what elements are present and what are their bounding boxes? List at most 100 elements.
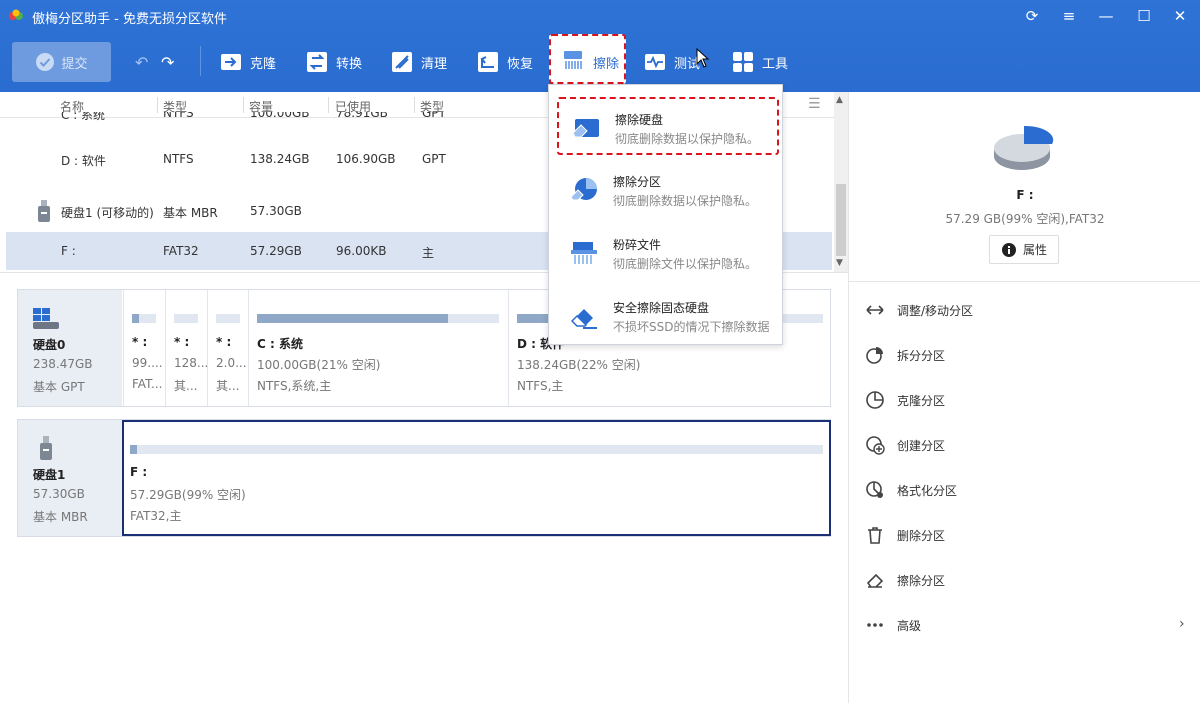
resize-arrows-icon (866, 305, 884, 315)
menu-item-secure-erase-ssd[interactable]: 安全擦除固态硬盘 不损坏SSD的情况下擦除数据 (557, 287, 777, 345)
op-split[interactable]: 拆分分区 (865, 343, 945, 367)
disk1-size: 57.30GB (33, 487, 85, 501)
pie-disk-icon (994, 125, 1054, 170)
clean-button[interactable]: 清理 (391, 44, 447, 80)
mouse-cursor-icon (696, 48, 710, 68)
undo-icon[interactable]: ↶ (135, 53, 148, 72)
menu-item-title: 粉碎文件 (613, 238, 662, 252)
row-name: C : 系统 (61, 112, 106, 122)
scrollbar-thumb[interactable] (836, 184, 846, 256)
op-wipe-partition[interactable]: 擦除分区 (865, 568, 945, 592)
recover-label: 恢复 (507, 56, 534, 72)
usb-drive-icon (38, 200, 50, 222)
op-delete[interactable]: 删除分区 (865, 523, 945, 547)
row-ptype: 主 (422, 246, 435, 260)
selected-partition-name: F : (1016, 188, 1034, 202)
toolbar-divider (200, 46, 201, 76)
wipe-dropdown-menu: 擦除硬盘 彻底删除数据以保护隐私。 擦除分区 彻底删除数据以保护隐私。 粉碎文件… (548, 84, 783, 345)
row-name: 硬盘1 (可移动的) (61, 206, 154, 220)
disk0-size: 238.47GB (33, 357, 93, 371)
scroll-up-icon[interactable]: ▲ (836, 95, 843, 105)
op-create[interactable]: 创建分区 (865, 433, 945, 457)
menu-item-wipe-partition[interactable]: 擦除分区 彻底删除数据以保护隐私。 (557, 161, 777, 219)
scroll-down-icon[interactable]: ▼ (836, 258, 843, 268)
row-ptype: GPT (422, 152, 446, 166)
menu-item-wipe-disk[interactable]: 擦除硬盘 彻底删除数据以保护隐私。 (557, 97, 779, 155)
usage-fill (257, 314, 449, 323)
properties-button[interactable]: 属性 (989, 235, 1059, 264)
tools-label: 工具 (762, 56, 789, 72)
disk0-name: 硬盘0 (33, 338, 66, 352)
partition-fs: 其... (174, 379, 198, 393)
recover-button[interactable]: 恢复 (477, 44, 533, 80)
op-clone-partition[interactable]: 克隆分区 (865, 388, 945, 412)
wipe-label: 擦除 (593, 57, 620, 72)
minimize-button[interactable]: — (1088, 4, 1124, 28)
column-divider (157, 97, 158, 113)
tools-button[interactable]: 工具 (732, 44, 788, 80)
partition-fs: NTFS,主 (517, 379, 564, 393)
op-advanced[interactable]: 高级 (865, 613, 921, 637)
menu-item-title: 擦除硬盘 (615, 113, 664, 127)
clone-button[interactable]: 克隆 (220, 44, 276, 80)
disk1-card[interactable]: 硬盘1 57.30GB 基本 MBR F : 57.29GB(99% 空闲) F… (17, 419, 831, 537)
redo-icon[interactable]: ↷ (161, 53, 174, 72)
menu-item-desc: 彻底删除数据以保护隐私。 (615, 132, 760, 146)
clone-label: 克隆 (250, 56, 277, 72)
disk1-info: 硬盘1 57.30GB 基本 MBR (18, 420, 122, 536)
partition-size: 138.24GB(22% 空闲) (517, 358, 641, 372)
recover-icon (478, 52, 498, 72)
column-settings-icon[interactable]: ☰ (808, 96, 821, 112)
list-scrollbar[interactable]: ▲ ▼ (834, 92, 848, 272)
partition-label: F : (130, 465, 148, 479)
wipe-button[interactable]: 擦除 (549, 34, 626, 84)
partition-cell-selected[interactable]: F : 57.29GB(99% 空闲) FAT32,主 (122, 420, 831, 536)
menu-item-desc: 彻底删除文件以保护隐私。 (613, 257, 758, 271)
properties-label: 属性 (1022, 243, 1047, 257)
format-pie-icon (866, 481, 883, 498)
op-resize-move[interactable]: 调整/移动分区 (865, 298, 973, 322)
usage-bar (216, 314, 240, 323)
usage-bar (174, 314, 198, 323)
close-button[interactable]: ✕ (1162, 4, 1198, 28)
eraser-ssd-icon (570, 309, 597, 329)
row-name: F : (61, 244, 76, 258)
partition-size: 128... (174, 356, 209, 370)
disk0-style: 基本 GPT (33, 380, 85, 394)
refresh-icon[interactable]: ⟳ (1014, 4, 1050, 28)
partition-label: * : (132, 335, 148, 349)
shred-file-icon (571, 242, 597, 264)
test-button[interactable]: 测试 (644, 44, 700, 80)
op-label: 高级 (897, 618, 922, 633)
shredder-icon (564, 51, 582, 69)
partition-cell[interactable]: * : 99.... FAT... (123, 290, 165, 406)
clone-pie-icon (866, 391, 884, 409)
info-icon (1001, 242, 1016, 257)
partition-fs: NTFS,系统,主 (257, 379, 332, 393)
partition-fs: FAT... (132, 377, 163, 391)
submit-button[interactable]: 提交 (12, 42, 111, 82)
usage-bar (132, 314, 156, 323)
wipe-disk-icon (572, 119, 599, 138)
row-used: 78.91GB (336, 112, 388, 120)
partition-cell[interactable]: * : 2.0... 其... (207, 290, 248, 406)
convert-button[interactable]: 转换 (306, 44, 362, 80)
row-capacity: 138.24GB (250, 152, 310, 166)
column-divider (328, 97, 329, 113)
check-icon (36, 53, 55, 71)
partition-size: 100.00GB(21% 空闲) (257, 358, 381, 372)
usage-fill (132, 314, 140, 323)
partition-cell[interactable]: * : 128... 其... (165, 290, 209, 406)
op-format[interactable]: 格式化分区 (865, 478, 957, 502)
maximize-button[interactable]: ☐ (1126, 4, 1162, 28)
usage-bar (130, 445, 823, 454)
chevron-right-icon[interactable]: › (1179, 616, 1185, 632)
usage-bar (257, 314, 499, 323)
menu-icon[interactable]: ≡ (1051, 4, 1087, 28)
partition-cell[interactable]: C : 系统 100.00GB(21% 空闲) NTFS,系统,主 (248, 290, 508, 406)
partition-size: 99.... (132, 356, 163, 370)
menu-item-shred-files[interactable]: 粉碎文件 彻底删除文件以保护隐私。 (557, 224, 777, 282)
row-capacity: 57.30GB (250, 204, 302, 218)
column-divider (414, 97, 415, 113)
eraser-icon (866, 573, 884, 588)
